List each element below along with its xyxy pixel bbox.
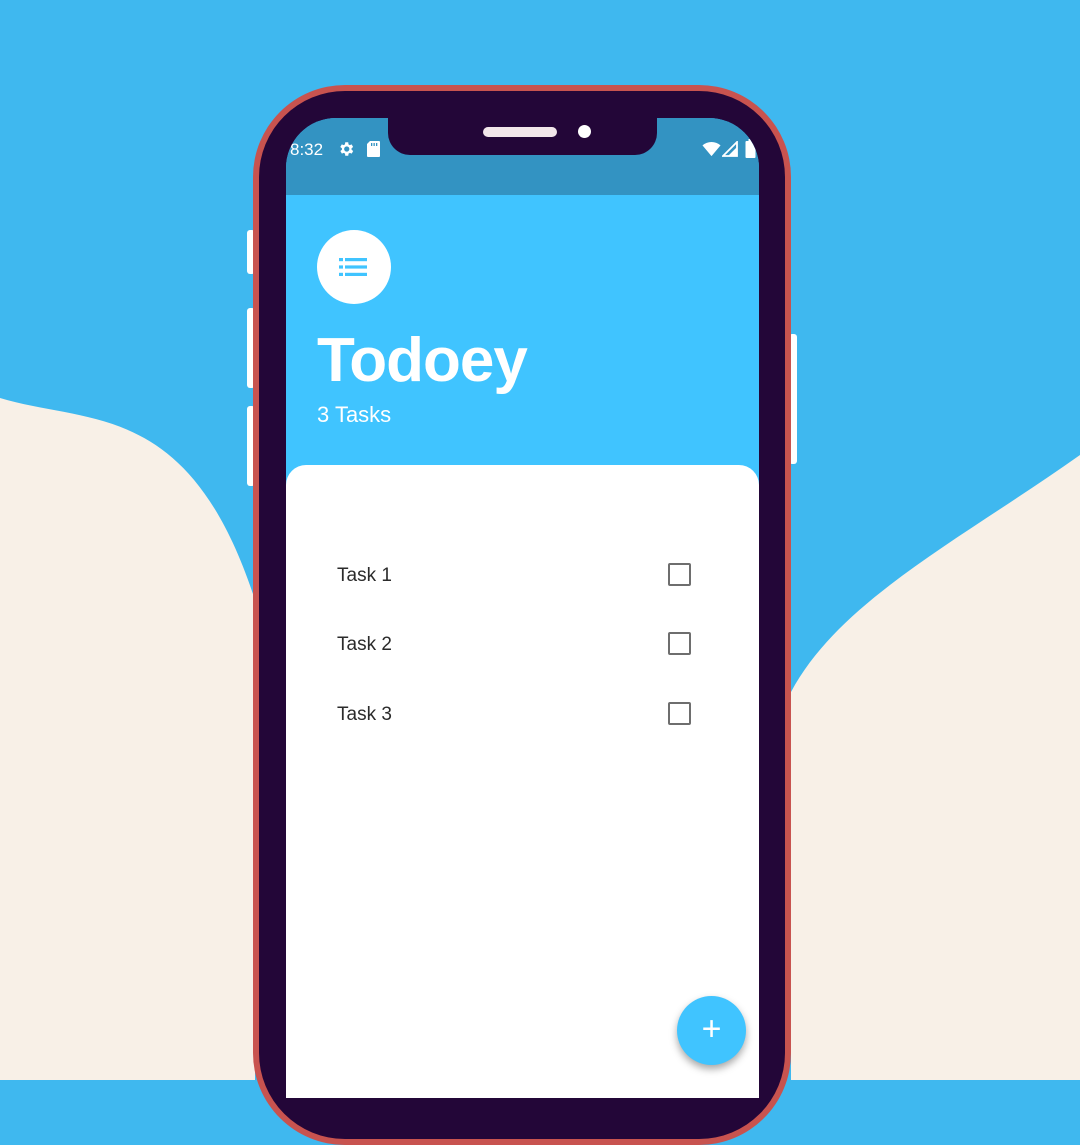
add-task-button[interactable]: +: [677, 996, 746, 1065]
task-checkbox[interactable]: [668, 702, 691, 725]
battery-icon: [745, 139, 756, 163]
task-item[interactable]: Task 3: [286, 686, 759, 746]
list-icon: [339, 258, 367, 276]
app-logo: [317, 230, 391, 304]
signal-icon: [720, 139, 738, 162]
task-count: 3 Tasks: [317, 402, 392, 427]
front-camera: [578, 125, 591, 138]
task-label: Task 3: [337, 704, 392, 725]
status-time: 8:32: [290, 140, 324, 159]
task-item[interactable]: Task 1: [286, 547, 759, 607]
status-bar: 8:32: [286, 118, 759, 195]
notch: [388, 118, 657, 155]
task-checkbox[interactable]: [668, 632, 691, 655]
sd-card-icon: [366, 140, 381, 163]
app-title: Todoey: [317, 326, 528, 395]
task-list: Task 1 Task 2 Task 3: [286, 465, 759, 1098]
app-screen: 8:32 Todoey 3 Tasks Task 1 Task 2 Task 3…: [286, 118, 759, 1098]
wifi-icon: [702, 141, 721, 162]
plus-icon: +: [701, 1010, 722, 1048]
task-label: Task 1: [337, 565, 392, 586]
task-checkbox[interactable]: [668, 563, 691, 586]
app-header: Todoey 3 Tasks: [286, 195, 759, 470]
task-label: Task 2: [337, 634, 392, 655]
settings-icon: [337, 140, 355, 163]
task-item[interactable]: Task 2: [286, 616, 759, 676]
speaker: [483, 127, 557, 137]
